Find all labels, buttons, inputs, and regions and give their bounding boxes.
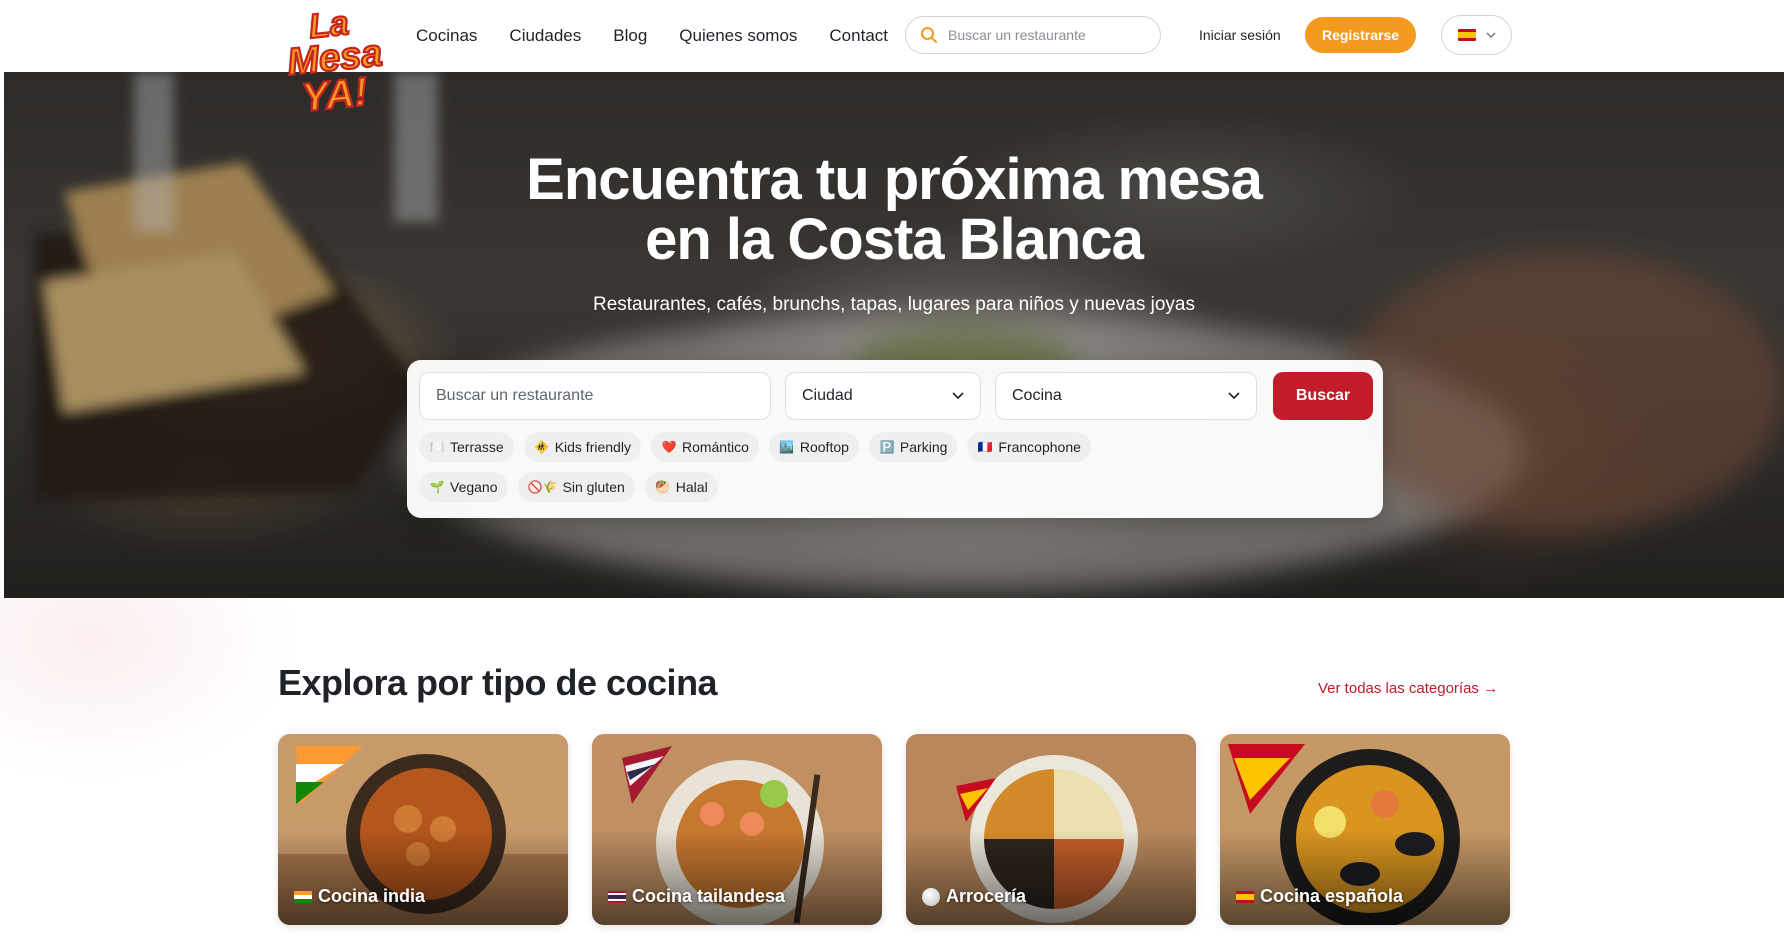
heart-icon: ❤️ [661,440,677,454]
flag-spain-icon [1236,890,1254,903]
main-nav: Cocinas Ciudades Blog Quienes somos Cont… [416,0,888,72]
restaurant-search-input[interactable] [419,372,771,420]
hero-search-card: Ciudad Cocina Buscar 🍽️ Terrasse 🚸 [407,360,1383,518]
plate-icon: 🍽️ [429,440,445,454]
chevron-down-icon [1228,392,1240,400]
cuisine-select-label: Cocina [1012,387,1062,404]
hero-title-line-1: Encuentra tu próxima mesa [526,147,1263,212]
flag-india-icon [294,890,312,903]
card-label: Arrocería [922,886,1026,907]
rice-icon [922,887,940,906]
hero-title-line-2: en la Costa Blanca [645,207,1144,272]
card-title: Cocina tailandesa [632,886,786,906]
parking-icon: 🅿️ [879,440,895,454]
chip-label: Romántico [681,439,749,455]
chip-vegano[interactable]: 🌱 Vegano [419,472,508,502]
chip-parking[interactable]: 🅿️ Parking [868,432,958,462]
svg-text:YA!: YA! [300,70,370,118]
navbar: La Mesa YA! Cocinas Ciudades Blog Quiene… [0,0,1784,121]
chip-label: Terrasse [450,439,504,455]
chip-label: Sin gluten [562,479,625,495]
chip-kids-friendly[interactable]: 🚸 Kids friendly [523,432,641,462]
hero-subtitle: Restaurantes, cafés, brunchs, tapas, lug… [592,294,1195,315]
see-all-categories-link[interactable]: Ver todas las categorías → [1318,680,1498,697]
city-select[interactable]: Ciudad [785,372,981,420]
flag-es-icon [1457,29,1476,41]
chevron-down-icon [1486,32,1495,38]
flag-france-icon: 🇫🇷 [977,440,993,454]
kebab-icon: 🥙 [655,480,671,494]
register-button[interactable]: Registrarse [1305,17,1416,53]
chip-label: Halal [675,479,708,495]
hero-content: Encuentra tu próxima mesa en la Costa Bl… [4,72,1784,598]
chip-label: Rooftop [799,439,849,455]
chip-label: Francophone [998,439,1081,455]
chip-halal[interactable]: 🥙 Halal [644,472,718,502]
children-crossing-icon: 🚸 [534,440,550,454]
site-logo[interactable]: La Mesa YA! [278,2,394,122]
chip-romantico[interactable]: ❤️ Romántico [650,432,759,462]
search-button[interactable]: Buscar [1273,372,1373,420]
filter-chips: 🍽️ Terrasse 🚸 Kids friendly ❤️ Romántico… [419,432,1119,502]
card-title: Cocina india [318,886,426,906]
nav-link-quienes-somos[interactable]: Quienes somos [679,26,797,46]
nav-link-ciudades[interactable]: Ciudades [509,26,581,46]
login-link[interactable]: Iniciar sesión [1199,0,1281,70]
cuisine-section [0,598,1784,938]
nav-link-blog[interactable]: Blog [613,26,647,46]
cuisine-card-india[interactable]: Cocina india [278,734,568,925]
card-label: Cocina tailandesa [608,886,785,907]
seedling-icon: 🌱 [429,480,445,494]
search-icon [921,27,937,43]
chip-terrasse[interactable]: 🍽️ Terrasse [419,432,514,462]
chip-francophone[interactable]: 🇫🇷 Francophone [967,432,1091,462]
language-selector[interactable] [1441,15,1512,55]
cuisine-card-thai[interactable]: Cocina tailandesa [592,734,882,925]
chip-label: Kids friendly [554,439,631,455]
city-select-label: Ciudad [802,387,853,404]
chip-label: Vegano [450,479,498,495]
cuisine-card-arroceria[interactable]: Arrocería [906,734,1196,925]
chip-label: Parking [899,439,948,455]
card-label: Cocina india [294,886,425,907]
cityscape-icon: 🏙️ [779,440,795,454]
card-title: Cocina española [1260,886,1404,906]
hero-title: Encuentra tu próxima mesa en la Costa Bl… [4,150,1784,270]
flag-thailand-icon [608,890,626,903]
cuisine-card-espanola[interactable]: Cocina española [1220,734,1510,925]
no-gluten-icon: 🚫🌾 [527,480,558,494]
cuisine-select[interactable]: Cocina [995,372,1257,420]
chevron-down-icon [952,392,964,400]
section-title: Explora por tipo de cocina [278,662,718,703]
card-title: Arrocería [946,886,1027,906]
card-label: Cocina española [1236,886,1403,907]
chip-sin-gluten[interactable]: 🚫🌾 Sin gluten [517,472,635,502]
nav-search [905,16,1161,54]
logo-graphic: La Mesa YA! [284,3,385,122]
nav-search-input[interactable] [948,27,1138,43]
nav-link-contact[interactable]: Contact [829,26,888,46]
hero-banner: Encuentra tu próxima mesa en la Costa Bl… [4,72,1784,598]
nav-link-cocinas[interactable]: Cocinas [416,26,477,46]
chip-rooftop[interactable]: 🏙️ Rooftop [768,432,859,462]
